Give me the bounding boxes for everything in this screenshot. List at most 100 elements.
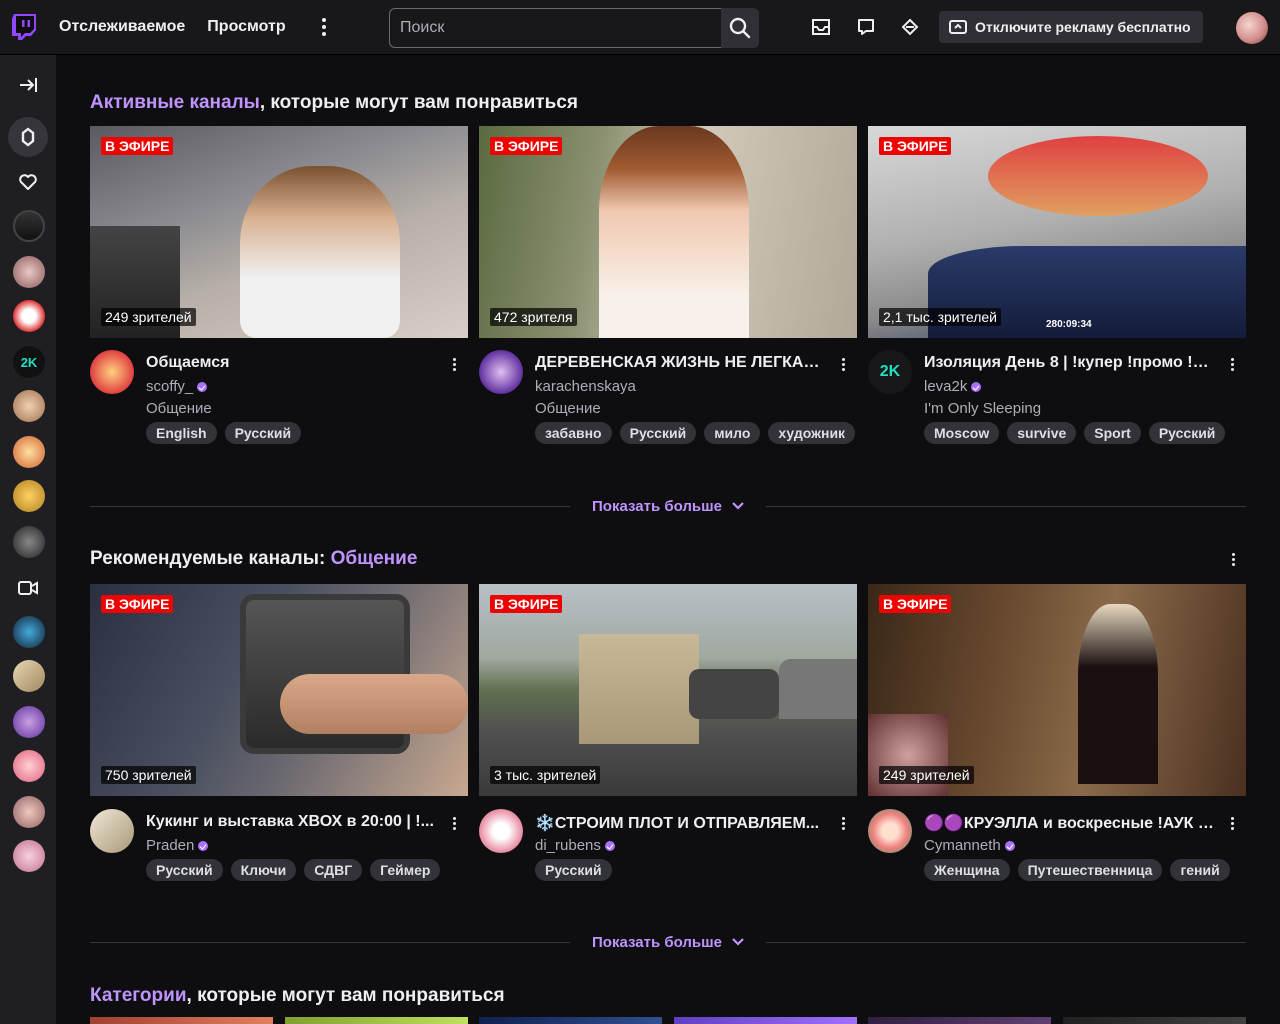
stream-category[interactable]: Общение xyxy=(146,400,212,417)
tag-list: English Русский xyxy=(146,422,468,444)
search-button[interactable] xyxy=(721,8,759,48)
nav-browse-link[interactable]: Просмотр xyxy=(207,18,285,36)
tag[interactable]: Русский xyxy=(1148,422,1226,444)
user-avatar[interactable] xyxy=(1236,12,1268,44)
card-more-icon[interactable] xyxy=(1226,354,1238,374)
section-title-link[interactable]: Категории xyxy=(90,985,187,1006)
channel-name[interactable]: Praden xyxy=(146,837,209,854)
card-more-icon[interactable] xyxy=(448,813,460,833)
tag[interactable]: Русский xyxy=(535,859,612,881)
card-more-icon[interactable] xyxy=(1226,813,1238,833)
live-badge: В ЭФИРЕ xyxy=(879,595,952,613)
tag[interactable]: Sport xyxy=(1084,422,1141,444)
sidebar-channel-avatar[interactable] xyxy=(13,616,45,648)
channel-avatar[interactable] xyxy=(90,809,134,853)
section-title-link[interactable]: Общение xyxy=(331,548,418,569)
section-more-icon[interactable] xyxy=(1227,549,1239,569)
channel-avatar[interactable] xyxy=(90,350,134,394)
whispers-icon[interactable] xyxy=(853,14,879,40)
stream-thumbnail[interactable]: В ЭФИРЕ 750 зрителей xyxy=(90,584,468,796)
stream-title[interactable]: 🟣🟣КРУЭЛЛА и воскресные !АУК и... xyxy=(924,813,1214,833)
category-card[interactable] xyxy=(90,1017,273,1024)
stream-overlay-timer: 280:09:34 xyxy=(1046,319,1092,330)
sidebar-channel-avatar[interactable] xyxy=(13,750,45,782)
more-menu-icon[interactable] xyxy=(314,13,334,41)
tag-list: Русский xyxy=(535,859,857,881)
stream-category[interactable]: Общение xyxy=(535,400,601,417)
stream-title[interactable]: Кукинг и выставка ХВОХ в 20:00 | !... xyxy=(146,813,436,831)
live-badge: В ЭФИРЕ xyxy=(101,137,174,155)
search-input[interactable] xyxy=(389,8,721,48)
category-card[interactable] xyxy=(285,1017,468,1024)
section-title-link[interactable]: Активные каналы xyxy=(90,92,260,113)
sidebar-channel-avatar-2k[interactable]: 2K xyxy=(13,346,45,378)
section-title-recommended: Рекомендуемые каналы: Общение xyxy=(90,548,418,569)
tag[interactable]: Геймер xyxy=(370,859,441,881)
tag[interactable]: художник xyxy=(768,422,856,444)
inbox-icon[interactable] xyxy=(808,14,834,40)
tag[interactable]: Русский xyxy=(146,859,223,881)
tag[interactable]: English xyxy=(146,422,217,444)
category-card[interactable] xyxy=(479,1017,662,1024)
sidebar-channel-avatar[interactable] xyxy=(13,480,45,512)
sidebar-channel-avatar[interactable] xyxy=(13,840,45,872)
channel-avatar[interactable] xyxy=(479,350,523,394)
sidebar-channel-avatar[interactable] xyxy=(13,796,45,828)
sidebar-channel-avatar[interactable] xyxy=(13,300,45,332)
sidebar-channel-avatar[interactable] xyxy=(13,660,45,692)
sidebar-channel-avatar[interactable] xyxy=(13,390,45,422)
sidebar-channel-avatar[interactable] xyxy=(13,436,45,468)
tag[interactable]: забавно xyxy=(535,422,612,444)
tag-list: забавно Русский мило художник xyxy=(535,422,857,444)
sidebar-channel-avatar[interactable] xyxy=(13,526,45,558)
category-card[interactable] xyxy=(1063,1017,1246,1024)
recommended-icon[interactable] xyxy=(8,117,48,157)
tag[interactable]: Русский xyxy=(224,422,302,444)
sidebar: 2K xyxy=(0,55,56,1024)
tag[interactable]: гений xyxy=(1170,859,1230,881)
channel-avatar[interactable] xyxy=(479,809,523,853)
stream-category[interactable]: I'm Only Sleeping xyxy=(924,400,1041,417)
tag[interactable]: Женщина xyxy=(924,859,1010,881)
video-camera-icon[interactable] xyxy=(8,568,48,608)
following-heart-icon[interactable] xyxy=(8,162,48,202)
sidebar-channel-avatar[interactable] xyxy=(13,706,45,738)
stream-thumbnail[interactable]: 280:09:34 В ЭФИРЕ 2,1 тыс. зрителей xyxy=(868,126,1246,338)
sidebar-channel-avatar[interactable] xyxy=(13,210,45,242)
category-card[interactable] xyxy=(868,1017,1051,1024)
stream-thumbnail[interactable]: В ЭФИРЕ 3 тыс. зрителей xyxy=(479,584,857,796)
tag[interactable]: Ключи xyxy=(230,859,297,881)
tag[interactable]: мило xyxy=(704,422,761,444)
channel-name[interactable]: scoffy_ xyxy=(146,378,208,395)
tag[interactable]: Русский xyxy=(619,422,697,444)
stream-thumbnail[interactable]: В ЭФИРЕ 249 зрителей xyxy=(90,126,468,338)
show-more-button[interactable]: Показать больше xyxy=(570,498,766,515)
category-card[interactable] xyxy=(674,1017,857,1024)
sidebar-channel-avatar[interactable] xyxy=(13,256,45,288)
tag[interactable]: СДВГ xyxy=(304,859,363,881)
tag[interactable]: Moscow xyxy=(924,422,1000,444)
twitch-logo-icon[interactable] xyxy=(12,14,36,40)
channel-name[interactable]: karachenskaya xyxy=(535,378,636,395)
disable-ads-button[interactable]: Отключите рекламу бесплатно xyxy=(939,11,1203,43)
channel-name[interactable]: di_rubens xyxy=(535,837,615,854)
stream-title[interactable]: Изоляция День 8 | !купер !промо !и... xyxy=(924,354,1214,372)
tag[interactable]: survive xyxy=(1007,422,1077,444)
stream-title[interactable]: Общаемся xyxy=(146,354,436,372)
channel-avatar-2k[interactable]: 2K xyxy=(868,350,912,394)
expand-sidebar-icon[interactable] xyxy=(8,65,48,105)
nav-following-link[interactable]: Отслеживаемое xyxy=(59,18,185,36)
show-more-button[interactable]: Показать больше xyxy=(570,934,766,951)
crown-prime-icon[interactable] xyxy=(897,14,923,40)
stream-title[interactable]: ❄️СТРОИМ ПЛОТ И ОТПРАВЛЯЕМ... xyxy=(535,813,825,833)
card-more-icon[interactable] xyxy=(837,354,849,374)
tag[interactable]: Путешественница xyxy=(1017,859,1163,881)
channel-name[interactable]: leva2k xyxy=(924,378,982,395)
channel-avatar[interactable] xyxy=(868,809,912,853)
stream-title[interactable]: ДЕРЕВЕНСКАЯ ЖИЗНЬ НЕ ЛЕГКАЯ... xyxy=(535,354,825,372)
stream-thumbnail[interactable]: В ЭФИРЕ 472 зрителя xyxy=(479,126,857,338)
channel-name[interactable]: Cymanneth xyxy=(924,837,1015,854)
card-more-icon[interactable] xyxy=(448,354,460,374)
stream-thumbnail[interactable]: В ЭФИРЕ 249 зрителей xyxy=(868,584,1246,796)
card-more-icon[interactable] xyxy=(837,813,849,833)
